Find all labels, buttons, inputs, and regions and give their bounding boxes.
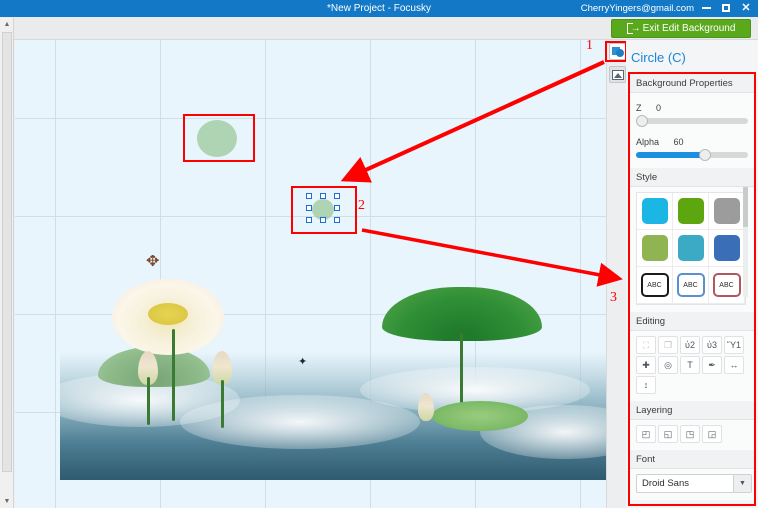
style-swatch-grid: ABC ABC ABC <box>636 192 746 305</box>
alpha-label: Alpha <box>636 137 660 147</box>
style-scrollbar[interactable] <box>743 187 748 297</box>
editing-body: ⛶ ❐ ὑ2 ὑ3 Ὕ1 ✚ ◎ T ✒ ↔ ↕ <box>630 331 754 401</box>
style-cell[interactable] <box>637 230 673 267</box>
style-green <box>677 198 704 224</box>
font-heading: Font <box>630 450 754 469</box>
panel-title: Circle (C) <box>631 50 686 65</box>
layering-heading: Layering <box>630 401 754 420</box>
style-heading: Style <box>630 168 754 187</box>
maximize-button[interactable] <box>716 0 736 17</box>
style-cell[interactable]: ABC <box>637 267 673 304</box>
style-cell[interactable] <box>637 193 673 230</box>
minimize-icon <box>701 7 711 10</box>
image-tool-button[interactable] <box>609 66 626 83</box>
exit-edit-background-label: Exit Edit Background <box>642 23 736 34</box>
editing-canvas[interactable]: ✥ ✦ <box>15 40 606 508</box>
style-cell[interactable]: ABC <box>709 267 745 304</box>
scroll-down-icon[interactable]: ▼ <box>0 495 14 508</box>
alpha-slider-track[interactable] <box>636 149 748 161</box>
ungroup-icon[interactable]: ❐ <box>658 336 678 354</box>
resize-handle-e[interactable] <box>334 205 340 211</box>
z-value: 0 <box>655 103 661 113</box>
send-to-back-icon[interactable]: ◱ <box>658 425 678 443</box>
brush-icon[interactable]: ✒ <box>702 356 722 374</box>
style-abc-black: ABC <box>640 273 669 297</box>
lock-icon[interactable]: ὑ2 <box>680 336 700 354</box>
send-backward-icon[interactable]: ◲ <box>702 425 722 443</box>
panel-sections: Background Properties Z 0 Alpha 60 Style… <box>628 72 756 506</box>
style-abc-blue: ABC <box>676 273 705 297</box>
style-abc-red: ABC <box>712 273 741 297</box>
unlock-icon[interactable]: ὑ3 <box>702 336 722 354</box>
style-cell[interactable] <box>673 230 709 267</box>
annotation-1: 1 <box>586 38 593 53</box>
resize-handle-w[interactable] <box>306 205 312 211</box>
resize-handle-s[interactable] <box>320 217 326 223</box>
properties-panel: Circle (C) Background Properties Z 0 Alp… <box>626 40 758 508</box>
background-properties-heading: Background Properties <box>630 74 754 93</box>
annotation-box-shape-tool <box>605 41 627 62</box>
align-vertical-icon[interactable]: ↕ <box>636 376 656 394</box>
rotate-icon[interactable]: ◎ <box>658 356 678 374</box>
z-slider-knob[interactable] <box>636 115 648 127</box>
close-button[interactable]: ✕ <box>736 0 756 17</box>
layering-button-grid: ◰ ◱ ◳ ◲ <box>636 425 752 443</box>
annotation-3: 3 <box>610 290 617 305</box>
layering-body: ◰ ◱ ◳ ◲ <box>630 420 754 450</box>
style-cell[interactable] <box>709 193 745 230</box>
font-body: Droid Sans ▼ <box>630 469 754 500</box>
style-olive <box>641 235 668 261</box>
font-dropdown[interactable]: Droid Sans ▼ <box>636 474 752 493</box>
alpha-slider-knob[interactable] <box>698 149 711 161</box>
top-toolbar: Exit Edit Background <box>0 17 758 40</box>
z-slider-track[interactable] <box>636 115 748 127</box>
alpha-slider-row: Alpha 60 <box>636 132 748 161</box>
delete-trash-icon[interactable]: Ὕ1 <box>724 336 744 354</box>
minimize-button[interactable] <box>696 0 716 17</box>
resize-handle-n[interactable] <box>320 193 326 199</box>
canvas-vertical-scrollbar[interactable]: ▲ ▼ <box>0 18 14 508</box>
z-label: Z <box>636 103 642 113</box>
exit-edit-background-button[interactable]: Exit Edit Background <box>611 19 751 38</box>
resize-handle-ne[interactable] <box>334 193 340 199</box>
alpha-value: 60 <box>673 137 684 147</box>
annotation-2: 2 <box>358 198 365 213</box>
resize-handle-se[interactable] <box>334 217 340 223</box>
resize-handle-nw[interactable] <box>306 193 312 199</box>
text-icon[interactable]: T <box>680 356 700 374</box>
bring-to-front-icon[interactable]: ◰ <box>636 425 656 443</box>
focusky-app-window: *New Project - Focusky CherryYingers@gma… <box>0 0 758 508</box>
picture-icon <box>611 69 624 80</box>
add-icon[interactable]: ✚ <box>636 356 656 374</box>
style-cell[interactable]: ABC <box>673 267 709 304</box>
exit-door-icon <box>626 20 641 37</box>
bring-forward-icon[interactable]: ◳ <box>680 425 700 443</box>
font-selected-value: Droid Sans <box>642 478 689 489</box>
z-slider-row: Z 0 <box>636 98 748 127</box>
alpha-slider-fill <box>636 152 704 158</box>
style-teal <box>677 235 704 261</box>
style-blue <box>713 235 740 261</box>
maximize-icon <box>722 4 730 13</box>
editing-button-grid: ⛶ ❐ ὑ2 ὑ3 Ὕ1 ✚ ◎ T ✒ ↔ ↕ <box>636 336 752 394</box>
chevron-down-icon: ▼ <box>733 475 751 492</box>
style-cell[interactable] <box>709 230 745 267</box>
editing-heading: Editing <box>630 312 754 331</box>
lotus-artwork: ✥ ✦ <box>60 255 606 480</box>
background-properties-body: Z 0 Alpha 60 <box>630 93 754 168</box>
group-icon[interactable]: ⛶ <box>636 336 656 354</box>
resize-handle-sw[interactable] <box>306 217 312 223</box>
scrollbar-thumb[interactable] <box>2 32 12 472</box>
align-horizontal-icon[interactable]: ↔ <box>724 356 744 374</box>
account-email: CherryYingers@gmail.com <box>580 3 694 14</box>
style-cell[interactable] <box>673 193 709 230</box>
style-gray <box>713 198 740 224</box>
style-body: ABC ABC ABC <box>630 187 754 312</box>
title-bar: *New Project - Focusky CherryYingers@gma… <box>0 0 758 17</box>
circle-shape-unselected[interactable] <box>197 120 237 157</box>
scroll-up-icon[interactable]: ▲ <box>0 18 14 31</box>
tool-rail <box>606 40 626 508</box>
style-cyan <box>641 198 668 224</box>
